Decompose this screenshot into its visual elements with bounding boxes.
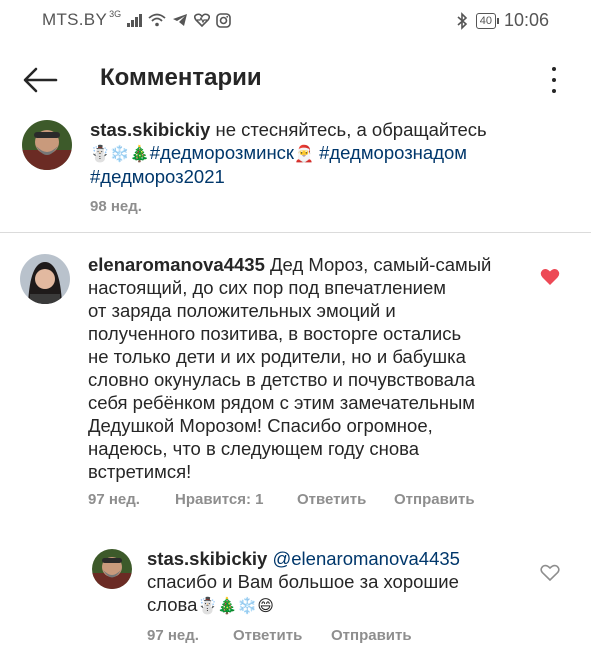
avatar[interactable] xyxy=(22,120,72,170)
hashtag[interactable]: #дедмороз2021 xyxy=(90,166,225,187)
like-button[interactable] xyxy=(540,268,560,286)
caption-body: не стесняйтесь, а обращайтесь xyxy=(210,119,487,140)
comment-line: не только дети и их родители, но и бабуш… xyxy=(88,346,466,367)
hashtag[interactable]: #дедморознадом xyxy=(319,142,467,163)
caption-meta: 98 нед. xyxy=(90,198,390,218)
reply-emoji: ☃️🎄❄️😄 xyxy=(197,596,274,615)
avatar[interactable] xyxy=(92,549,132,589)
send-button[interactable]: Отправить xyxy=(331,627,412,644)
comment-line: себя ребёнком рядом с этим замечательным xyxy=(88,392,476,413)
heart-filled-icon xyxy=(540,269,560,285)
reply-text: stas.skibickiy @elenaromanova4435 спасиб… xyxy=(147,547,527,617)
likes-count[interactable]: Нравится: 1 xyxy=(175,491,264,508)
comment-meta: 97 нед. Нравится: 1 Ответить Отправить xyxy=(88,491,548,511)
carrier-name: MTS.BY xyxy=(42,10,108,29)
clock: 10:06 xyxy=(503,10,549,30)
signal-icon xyxy=(127,13,143,27)
instagram-status-icon xyxy=(216,12,231,28)
dot-icon xyxy=(552,89,556,93)
like-button[interactable] xyxy=(540,564,560,582)
more-options-button[interactable] xyxy=(547,65,561,95)
comment-line: надеюсь, что в следующем году снова xyxy=(88,438,420,459)
comment-line: настоящий, до сих пор под впечатлением xyxy=(88,277,447,298)
reply-time: 97 нед. xyxy=(147,627,199,644)
caption-username[interactable]: stas.skibickiy xyxy=(90,119,210,140)
comment-line: словно окунулась в детство и почувствова… xyxy=(88,369,476,390)
comment-line: полученного позитива, в восторге осталис… xyxy=(88,323,462,344)
network-type: 3G xyxy=(109,9,122,19)
comment-line: Дед Мороз, самый-самый xyxy=(264,254,492,275)
hashtag[interactable]: #дедморозминск xyxy=(150,142,294,163)
santa-emoji: 🎅 xyxy=(294,144,314,163)
avatar[interactable] xyxy=(20,254,70,304)
comment-username[interactable]: elenaromanova4435 xyxy=(88,254,265,275)
dot-icon xyxy=(552,67,556,71)
caption-text: stas.skibickiy не стесняйтесь, а обращай… xyxy=(90,118,550,188)
header: Комментарии xyxy=(0,50,591,110)
divider xyxy=(0,232,591,233)
telegram-icon xyxy=(173,14,188,26)
reply-username[interactable]: stas.skibickiy xyxy=(147,548,267,569)
page-title: Комментарии xyxy=(100,64,262,91)
heart-status-icon xyxy=(194,13,211,27)
heart-outline-icon xyxy=(540,564,560,582)
comment-line: встретимся! xyxy=(88,461,192,482)
status-right: 40 10:06 xyxy=(456,10,549,31)
reply-meta: 97 нед. Ответить Отправить xyxy=(147,627,547,647)
comment-line: от заряда положительных эмоций и xyxy=(88,300,396,321)
battery-icon: 40 xyxy=(475,12,500,29)
mention-link[interactable]: @elenaromanova4435 xyxy=(272,548,459,569)
caption-emoji: ☃️❄️🎄 xyxy=(90,144,150,163)
status-left: MTS.BY 3G xyxy=(42,9,231,30)
comment-time: 97 нед. xyxy=(88,491,140,508)
caption-time: 98 нед. xyxy=(90,198,142,215)
bluetooth-icon xyxy=(457,11,467,30)
dot-icon xyxy=(552,78,556,82)
comment-text: elenaromanova4435 Дед Мороз, самый-самый… xyxy=(88,253,528,483)
reply-button[interactable]: Ответить xyxy=(297,491,366,508)
status-bar: MTS.BY 3G 40 10:06 xyxy=(0,0,591,40)
wifi-icon xyxy=(148,13,166,27)
reply-button[interactable]: Ответить xyxy=(233,627,302,644)
send-button[interactable]: Отправить xyxy=(394,491,475,508)
reply-line: слова xyxy=(147,594,198,615)
comment-line: Дедушкой Морозом! Спасибо огромное, xyxy=(88,415,433,436)
arrow-left-icon xyxy=(23,67,58,93)
reply-line: спасибо и Вам большое за хорошие xyxy=(147,571,459,592)
back-button[interactable] xyxy=(20,60,60,100)
